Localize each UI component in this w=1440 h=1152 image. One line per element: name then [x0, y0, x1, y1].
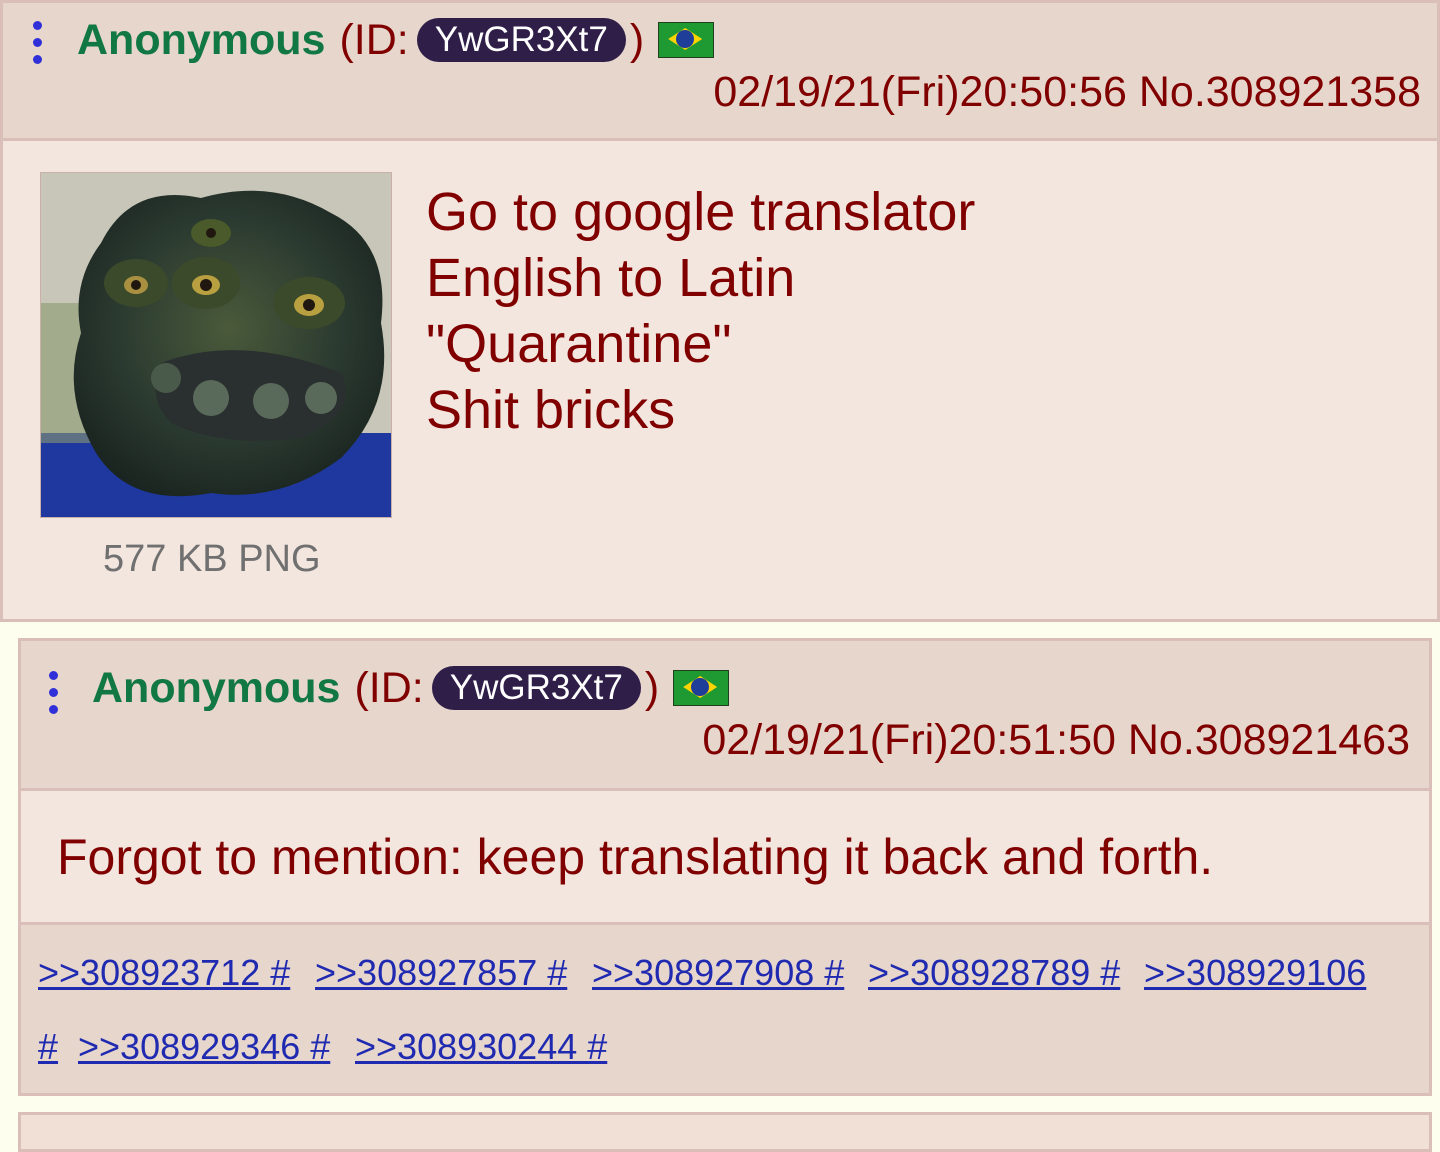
poster-info: Anonymous (ID: YwGR3Xt7 ): [92, 663, 730, 713]
id-suffix: ): [644, 664, 660, 712]
post-text-line: Go to google translator: [426, 182, 976, 242]
post-header: Anonymous (ID: YwGR3Xt7 ) 02/19/21(Fri)2…: [21, 641, 1429, 791]
post-menu-icon[interactable]: [31, 21, 45, 72]
brazil-flag-icon: [658, 22, 715, 58]
post-image-thumbnail[interactable]: [40, 172, 392, 518]
id-prefix: (ID:: [354, 664, 424, 712]
post-datetime[interactable]: 02/19/21(Fri)20:51:50 No.308921463: [702, 715, 1410, 765]
post-text-line: "Quarantine": [426, 314, 732, 374]
post-text-line: English to Latin: [426, 248, 796, 308]
replies-section: >>308923712 # >>308927857 # >>308927908 …: [21, 922, 1429, 1093]
id-suffix: ): [629, 16, 645, 64]
id-prefix: (ID:: [339, 16, 409, 64]
file-info: 577 KB PNG: [103, 538, 321, 580]
post-text: Forgot to mention: keep translating it b…: [57, 829, 1214, 885]
brazil-flag-icon: [673, 670, 730, 706]
post-text-line: Shit bricks: [426, 380, 676, 440]
post: Anonymous (ID: YwGR3Xt7 ) 02/19/21(Fri)2…: [0, 0, 1440, 622]
post-datetime[interactable]: 02/19/21(Fri)20:50:56 No.308921358: [713, 67, 1421, 117]
post: Anonymous (ID: YwGR3Xt7 ) 02/19/21(Fri)2…: [18, 638, 1432, 1096]
post-header: Anonymous (ID: YwGR3Xt7 ) 02/19/21(Fri)2…: [3, 3, 1437, 141]
reply-link[interactable]: >>308927908 #: [592, 952, 844, 994]
poster-name: Anonymous: [92, 664, 341, 712]
reply-link[interactable]: >>308929106: [1144, 952, 1366, 994]
poster-name: Anonymous: [77, 16, 326, 64]
post: [18, 1112, 1432, 1152]
reply-link[interactable]: >>308928789 #: [868, 952, 1120, 994]
poster-info: Anonymous (ID: YwGR3Xt7 ): [77, 15, 715, 65]
reply-link[interactable]: >>308923712 #: [38, 952, 290, 994]
reply-link[interactable]: #: [38, 1026, 58, 1068]
reply-link[interactable]: >>308929346 #: [78, 1026, 330, 1068]
poster-id[interactable]: YwGR3Xt7: [431, 666, 641, 710]
reply-link[interactable]: >>308930244 #: [355, 1026, 607, 1068]
reply-link[interactable]: >>308927857 #: [315, 952, 567, 994]
post-menu-icon[interactable]: [47, 671, 61, 722]
poster-id[interactable]: YwGR3Xt7: [416, 18, 626, 62]
